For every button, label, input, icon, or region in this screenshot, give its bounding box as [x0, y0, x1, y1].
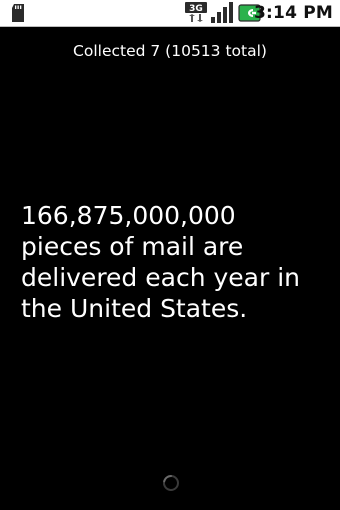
3g-data-icon: 3G [185, 2, 207, 22]
fact-text: 166,875,000,000 pieces of mail are deliv… [21, 201, 300, 323]
status-bar-clock: 3:14 PM [254, 3, 333, 23]
collection-counter: Collected 7 (10513 total) [73, 42, 267, 60]
status-bar: 3G 3:14 PM [0, 0, 340, 27]
loading-spinner-icon [163, 474, 179, 491]
signal-strength-icon [211, 2, 233, 23]
sd-card-icon [12, 4, 24, 22]
network-type-label: 3G [189, 4, 203, 14]
